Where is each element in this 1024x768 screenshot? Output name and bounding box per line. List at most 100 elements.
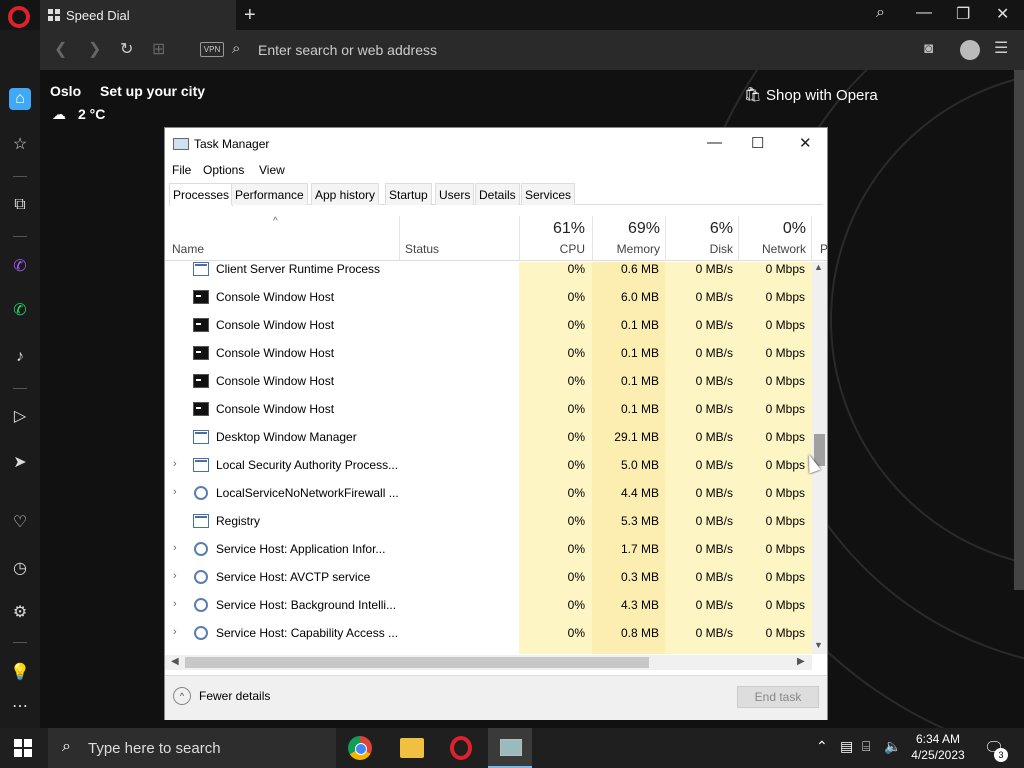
column-cpu[interactable]: CPU [519, 242, 585, 256]
restore-icon[interactable]: ❐ [956, 4, 970, 24]
player-icon[interactable]: ▷ [9, 406, 31, 428]
whatsapp-icon[interactable]: ✆ [9, 300, 31, 322]
back-icon[interactable]: ❮ [54, 39, 67, 59]
heart-icon[interactable]: ♡ [9, 512, 31, 534]
scroll-down-icon[interactable]: ▼ [814, 640, 823, 650]
tab-processes[interactable]: Processes [169, 183, 234, 206]
tips-bulb-icon[interactable]: 💡 [9, 662, 31, 684]
tray-app-icon[interactable]: ▤ [840, 738, 853, 755]
end-task-button[interactable]: End task [737, 686, 819, 708]
horizontal-scroll-thumb[interactable] [185, 657, 649, 668]
forward-icon[interactable]: ❯ [88, 39, 101, 59]
expand-chevron-icon[interactable]: › [173, 458, 177, 470]
tray-chevron-up-icon[interactable]: ⌃ [816, 738, 828, 755]
tiktok-icon[interactable]: ♪ [9, 346, 31, 368]
expand-chevron-icon[interactable]: › [173, 486, 177, 498]
file-explorer-icon[interactable] [400, 738, 424, 758]
new-tab-plus-icon[interactable]: + [244, 4, 256, 27]
menu-file[interactable]: File [172, 163, 191, 177]
reload-icon[interactable]: ↻ [120, 39, 133, 59]
fewer-details-link[interactable]: Fewer details [199, 689, 270, 703]
process-row[interactable]: › Local Security Authority Process... 0% 5.… [165, 452, 815, 480]
expand-chevron-icon[interactable]: › [173, 598, 177, 610]
opera-logo-icon[interactable] [8, 6, 30, 28]
task-manager-titlebar[interactable]: Task Manager — ☐ ✕ [165, 128, 827, 160]
process-row[interactable]: Console Window Host 0% 0.1 MB 0 MB/s 0 Mbps [165, 312, 815, 340]
vpn-badge[interactable]: VPN [200, 42, 224, 57]
process-row[interactable]: Console Window Host 0% 0.1 MB 0 MB/s 0 Mbps [165, 340, 815, 368]
cpu-percent[interactable]: 61% [519, 220, 585, 238]
tab-speed-dial[interactable]: Speed Dial [40, 0, 236, 30]
more-dots-icon[interactable]: ⋯ [9, 696, 31, 718]
send-icon[interactable]: ➤ [9, 452, 31, 474]
tab-performance[interactable]: Performance [231, 183, 308, 205]
maximize-icon[interactable]: ☐ [751, 134, 764, 152]
tab-services[interactable]: Services [521, 183, 576, 205]
process-row[interactable]: › Service Host: AVCTP service 0% 0.3 MB 0 MB… [165, 564, 815, 592]
column-status[interactable]: Status [405, 242, 439, 256]
scroll-up-icon[interactable]: ▲ [814, 262, 823, 272]
opera-taskbar-icon[interactable] [450, 736, 472, 760]
tab-grid-icon[interactable]: ⊞ [152, 39, 165, 59]
process-row[interactable]: Console Window Host 0% 0.1 MB 0 MB/s 0 Mbps [165, 396, 815, 424]
volume-icon[interactable]: 🔈 [884, 738, 901, 755]
easy-setup-icon[interactable]: ☰ [994, 38, 1008, 58]
disk-percent[interactable]: 6% [665, 220, 733, 238]
process-row[interactable]: Registry 0% 5.3 MB 0 MB/s 0 Mbps [165, 508, 815, 536]
minimize-icon[interactable]: — [707, 134, 722, 151]
expand-chevron-icon[interactable]: › [173, 570, 177, 582]
memory-percent[interactable]: 69% [592, 220, 660, 238]
process-row[interactable]: › Service Host: Capability Access ... 0% 0.… [165, 620, 815, 648]
process-row[interactable]: Console Window Host 0% 0.1 MB 0 MB/s 0 Mbps [165, 368, 815, 396]
process-row[interactable]: Client Server Runtime Process 0% 0.6 MB 0 M… [165, 262, 815, 284]
address-input[interactable] [258, 38, 878, 62]
process-row[interactable]: › Service Host: Application Infor... 0% 1.7… [165, 536, 815, 564]
messenger-icon[interactable]: ✆ [9, 256, 31, 278]
column-disk[interactable]: Disk [665, 242, 733, 256]
opera-sidebar: ⌂ ☆ ⧉ ✆ ✆ ♪ ▷ ➤ ♡ ◷ ⚙ 💡 ⋯ [0, 30, 40, 728]
chevron-up-icon[interactable]: ^ [173, 687, 191, 705]
column-power-partial[interactable]: P [820, 242, 828, 256]
process-row[interactable]: › Service Host: Background Intelli... 0% 4.… [165, 592, 815, 620]
star-icon[interactable]: ☆ [9, 134, 31, 156]
column-name[interactable]: Name [172, 242, 204, 256]
home-icon[interactable]: ⌂ [9, 88, 31, 110]
page-scrollbar[interactable] [1014, 70, 1024, 590]
process-row[interactable]: Desktop Window Manager 0% 29.1 MB 0 MB/s 0 M… [165, 424, 815, 452]
taskbar-search-box[interactable]: ⌕ Type here to search [48, 728, 336, 768]
tab-app-history[interactable]: App history [311, 183, 380, 205]
minimize-icon[interactable]: — [916, 4, 932, 22]
settings-gear-icon[interactable]: ⚙ [9, 602, 31, 624]
process-row[interactable]: › LocalServiceNoNetworkFirewall ... 0% 4.4 … [165, 480, 815, 508]
profile-avatar-icon[interactable] [960, 40, 980, 60]
history-clock-icon[interactable]: ◷ [9, 558, 31, 580]
column-memory[interactable]: Memory [592, 242, 660, 256]
clock-date[interactable]: 4/25/2023 [900, 748, 976, 762]
scroll-right-icon[interactable]: ▶ [797, 656, 805, 667]
shopping-bag-icon[interactable]: ⧉ [9, 194, 31, 216]
process-row[interactable]: Console Window Host 0% 6.0 MB 0 MB/s 0 Mbps [165, 284, 815, 312]
tab-details[interactable]: Details [475, 183, 520, 205]
horizontal-scrollbar[interactable]: ◀ ▶ [165, 655, 812, 670]
close-icon[interactable]: ✕ [799, 134, 812, 152]
tab-users[interactable]: Users [435, 183, 475, 205]
shop-with-opera-link[interactable]: Shop with Opera [766, 87, 878, 104]
menu-options[interactable]: Options [203, 163, 244, 177]
close-icon[interactable]: ✕ [996, 4, 1009, 24]
snapshot-camera-icon[interactable]: ◙ [924, 40, 933, 57]
weather-setup-link[interactable]: Set up your city [100, 83, 205, 99]
column-network[interactable]: Network [738, 242, 806, 256]
chrome-icon[interactable] [348, 736, 372, 760]
start-windows-icon[interactable] [14, 739, 32, 757]
task-manager-taskbar-icon[interactable] [488, 728, 532, 768]
expand-chevron-icon[interactable]: › [173, 542, 177, 554]
expand-chevron-icon[interactable]: › [173, 626, 177, 638]
menu-view[interactable]: View [259, 163, 285, 177]
scroll-left-icon[interactable]: ◀ [171, 656, 179, 667]
network-icon[interactable]: ⌸ [862, 738, 870, 755]
network-percent[interactable]: 0% [738, 220, 806, 238]
weather-city: Oslo [50, 83, 82, 99]
tab-startup[interactable]: Startup [385, 183, 432, 205]
search-tabs-icon[interactable]: ⌕ [876, 4, 885, 22]
clock-time[interactable]: 6:34 AM [900, 732, 976, 746]
